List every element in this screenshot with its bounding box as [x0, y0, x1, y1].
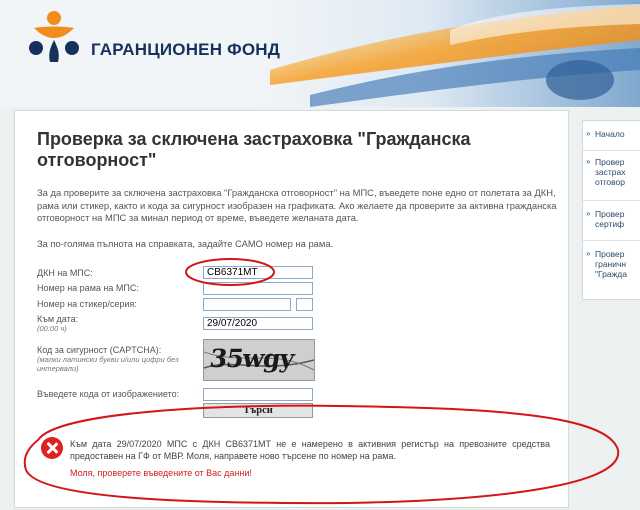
- hint-text: За по-голяма пълнота на справката, задай…: [37, 238, 334, 249]
- date-label: Към дата:: [37, 314, 79, 324]
- sidebar-item-label: Провер застрах отговор: [595, 157, 626, 187]
- site-header: ГАРАНЦИОНЕН ФОНД: [0, 0, 640, 107]
- frame-input[interactable]: [203, 282, 313, 295]
- captcha-label-group: Код за сигурност (CAPTCHA): (малки латин…: [37, 345, 197, 373]
- sidebar-item-insurance-check[interactable]: » Провер застрах отговор: [583, 157, 640, 201]
- sidebar-item-home[interactable]: » Начало: [583, 129, 640, 151]
- date-input[interactable]: 29/07/2020: [203, 317, 313, 330]
- chevron-right-icon: »: [586, 129, 591, 138]
- frame-label: Номер на рама на МПС:: [37, 283, 139, 293]
- chevron-right-icon: »: [586, 249, 591, 258]
- error-x-icon: [41, 437, 63, 459]
- error-message: Към дата 29/07/2020 МПС с ДКН СВ6371МТ н…: [70, 439, 550, 461]
- code-label: Въведете кода от изображението:: [37, 389, 180, 399]
- page-title: Проверка за сключена застраховка "Гражда…: [37, 129, 471, 170]
- brand-name[interactable]: ГАРАНЦИОНЕН ФОНД: [91, 40, 280, 60]
- error-note: Моля, проверете въведените от Вас данни!: [70, 468, 252, 478]
- code-input[interactable]: [203, 388, 313, 401]
- captcha-image: 35wgy: [203, 339, 315, 381]
- sidebar-menu: » Начало » Провер застрах отговор » Пров…: [582, 120, 640, 300]
- car-banner-image: [250, 0, 640, 107]
- captcha-label: Код за сигурност (CAPTCHA):: [37, 345, 162, 355]
- sidebar-item-label: Начало: [595, 129, 625, 139]
- search-button[interactable]: Търси: [203, 403, 313, 418]
- main-content: Проверка за сключена застраховка "Гражда…: [14, 110, 569, 508]
- sticker-label: Номер на стикер/серия:: [37, 299, 137, 309]
- sidebar-item-certificate-check[interactable]: » Провер сертиф: [583, 209, 640, 241]
- date-hint: (00:00 ч): [37, 324, 67, 333]
- date-label-group: Към дата: (00:00 ч): [37, 314, 78, 333]
- people-circle-logo-icon: [29, 11, 79, 62]
- intro-text: За да проверите за сключена застраховка …: [37, 187, 557, 223]
- sidebar-item-border-check[interactable]: » Провер граничн "Гражда: [583, 249, 640, 293]
- sidebar-item-label: Провер сертиф: [595, 209, 625, 229]
- captcha-text: 35wgy: [207, 344, 296, 373]
- captcha-hint: (малки латински букви и/или цифри без ин…: [37, 355, 179, 373]
- plate-input[interactable]: СВ6371МТ: [203, 266, 313, 279]
- sticker-input[interactable]: [203, 298, 291, 311]
- chevron-right-icon: »: [586, 157, 591, 166]
- sidebar-item-label: Провер граничн "Гражда: [595, 249, 627, 279]
- plate-label: ДКН на МПС:: [37, 268, 93, 278]
- chevron-right-icon: »: [586, 209, 591, 218]
- series-input[interactable]: [296, 298, 313, 311]
